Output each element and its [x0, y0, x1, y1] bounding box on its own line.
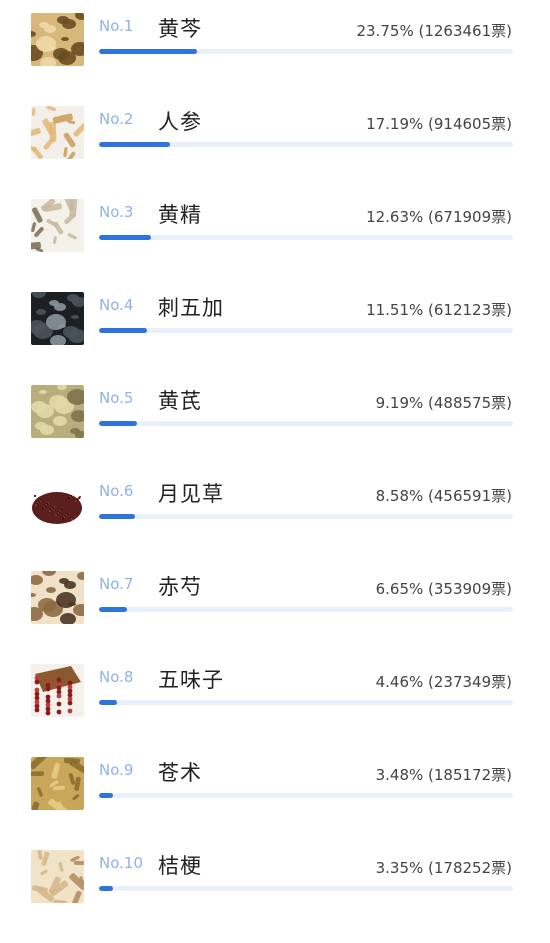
ranking-list: No.1 黄芩 23.75% (1263461票) No.2 人参 17.19% (914… — [0, 0, 550, 928]
vote-stat: 4.46% (237349票) — [375, 673, 512, 691]
vote-stat: 6.65% (353909票) — [375, 580, 512, 598]
rank-label: No.3 — [99, 203, 134, 221]
progress-track — [99, 514, 513, 519]
progress-fill — [99, 886, 113, 891]
progress-track — [99, 886, 513, 891]
rhizome-icon — [31, 199, 84, 252]
rank-label: No.5 — [99, 389, 134, 407]
vote-stat: 11.51% (612123票) — [366, 301, 512, 319]
rank-label: No.9 — [99, 761, 134, 779]
herb-name: 苍术 — [158, 761, 202, 785]
progress-track — [99, 700, 513, 705]
herb-slices-icon — [31, 13, 84, 66]
vote-stat: 9.19% (488575票) — [375, 394, 512, 412]
progress-track — [99, 607, 513, 612]
ranking-item[interactable]: No.10 桔梗 3.35% (178252票) — [0, 850, 550, 943]
herb-name: 黄芩 — [158, 17, 202, 41]
ranking-item[interactable]: No.2 人参 17.19% (914605票) — [0, 106, 550, 199]
ranking-item[interactable]: No.4 刺五加 11.51% (612123票) — [0, 292, 550, 385]
progress-fill — [99, 142, 170, 147]
ranking-item[interactable]: No.5 黄芪 9.19% (488575票) — [0, 385, 550, 478]
herb-name: 黄精 — [158, 203, 202, 227]
herb-name: 桔梗 — [158, 854, 202, 878]
ranking-item[interactable]: No.7 赤芍 6.65% (353909票) — [0, 571, 550, 664]
vote-stat: 3.48% (185172票) — [375, 766, 512, 784]
rank-label: No.1 — [99, 17, 134, 35]
progress-fill — [99, 235, 151, 240]
progress-track — [99, 142, 513, 147]
ranking-item[interactable]: No.6 月见草 8.58% (456591票) — [0, 478, 550, 571]
vote-stat: 23.75% (1263461票) — [356, 22, 512, 40]
herb-name: 赤芍 — [158, 575, 202, 599]
ranking-item[interactable]: No.8 五味子 4.46% (237349票) — [0, 664, 550, 757]
progress-fill — [99, 793, 113, 798]
rhizome-chunks-icon — [31, 757, 84, 810]
progress-fill — [99, 421, 137, 426]
root-slices-icon — [31, 385, 84, 438]
ranking-item[interactable]: No.9 苍术 3.48% (185172票) — [0, 757, 550, 850]
progress-track — [99, 793, 513, 798]
herb-name: 月见草 — [158, 482, 224, 506]
black-berries-icon — [31, 292, 84, 345]
progress-fill — [99, 49, 197, 54]
progress-track — [99, 235, 513, 240]
herb-name: 五味子 — [158, 668, 224, 692]
rank-label: No.7 — [99, 575, 134, 593]
vote-stat: 3.35% (178252票) — [375, 859, 512, 877]
ranking-item[interactable]: No.1 黄芩 23.75% (1263461票) — [0, 13, 550, 106]
dried-slices-icon — [31, 571, 84, 624]
vote-stat: 8.58% (456591票) — [375, 487, 512, 505]
herb-name: 刺五加 — [158, 296, 224, 320]
ranking-item[interactable]: No.3 黄精 12.63% (671909票) — [0, 199, 550, 292]
seed-pile-icon — [31, 478, 84, 531]
vote-stat: 17.19% (914605票) — [366, 115, 512, 133]
progress-fill — [99, 607, 127, 612]
progress-fill — [99, 328, 147, 333]
vote-stat: 12.63% (671909票) — [366, 208, 512, 226]
progress-fill — [99, 700, 117, 705]
rank-label: No.10 — [99, 854, 143, 872]
red-berries-icon — [31, 664, 84, 717]
progress-fill — [99, 514, 135, 519]
ginseng-root-icon — [31, 106, 84, 159]
rank-label: No.4 — [99, 296, 134, 314]
herb-name: 黄芪 — [158, 389, 202, 413]
rank-label: No.8 — [99, 668, 134, 686]
root-shreds-icon — [31, 850, 84, 903]
progress-track — [99, 328, 513, 333]
progress-track — [99, 49, 513, 54]
herb-name: 人参 — [158, 110, 202, 134]
rank-label: No.6 — [99, 482, 134, 500]
rank-label: No.2 — [99, 110, 134, 128]
progress-track — [99, 421, 513, 426]
